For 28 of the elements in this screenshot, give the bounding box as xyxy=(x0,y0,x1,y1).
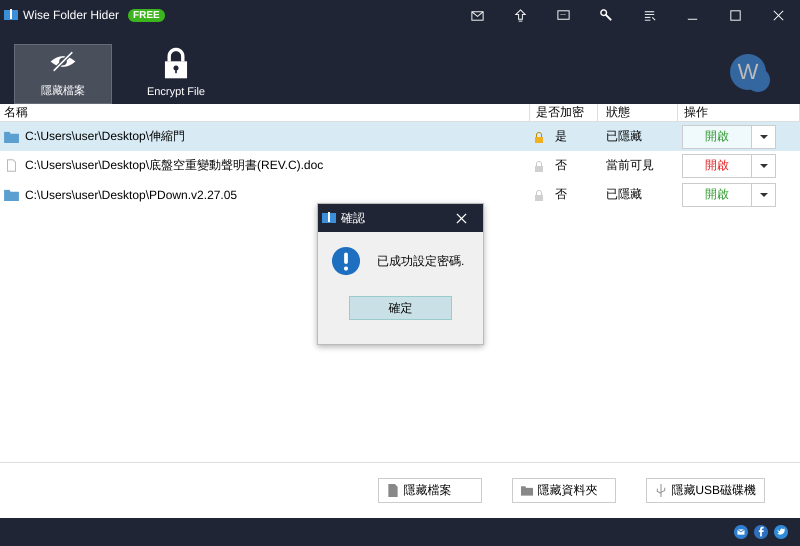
hide-button[interactable]: 隱藏資料夾 xyxy=(512,478,616,503)
tool-tab[interactable]: 隱藏檔案 xyxy=(14,44,112,104)
column-header[interactable]: 操作 xyxy=(678,104,800,121)
open-button[interactable]: 開啟 xyxy=(682,154,752,178)
hide-button[interactable]: 隱藏USB磁碟機 xyxy=(646,478,765,503)
file-path: C:\Users\user\Desktop\PDown.v2.27.05 xyxy=(25,188,238,202)
status-text: 已隱藏 xyxy=(606,128,642,145)
column-header[interactable]: 是否加密 xyxy=(530,104,598,121)
table-row[interactable]: C:\Users\user\Desktop\伸縮門 是 已隱藏 開啟 xyxy=(0,122,800,151)
dialog-title: 確認 xyxy=(341,210,365,226)
edition-badge: FREE xyxy=(128,8,165,22)
status-text: 已隱藏 xyxy=(606,186,642,203)
window-title: Wise Folder Hider xyxy=(23,8,120,22)
hide-button[interactable]: 隱藏檔案 xyxy=(378,478,482,503)
confirm-button[interactable]: 確定 xyxy=(349,296,452,320)
encrypted-value: 是 xyxy=(555,128,567,145)
table-row[interactable]: C:\Users\user\Desktop\底盤空重變動聲明書(REV.C).doc 否 當前可見 開啟 xyxy=(0,151,800,180)
column-header[interactable]: 名稱 xyxy=(0,104,530,121)
tool-tab[interactable]: Encrypt File xyxy=(127,44,225,104)
status-text: 當前可見 xyxy=(606,157,654,174)
open-button[interactable]: 開啟 xyxy=(682,182,752,206)
encrypted-value: 否 xyxy=(555,186,567,203)
encrypted-value: 否 xyxy=(555,157,567,174)
dialog-message: 已成功設定密碼. xyxy=(377,252,464,270)
file-path: C:\Users\user\Desktop\伸縮門 xyxy=(25,128,186,145)
table-row[interactable]: C:\Users\user\Desktop\PDown.v2.27.05 否 已隱藏 開啟 xyxy=(0,180,800,209)
column-header[interactable]: 狀態 xyxy=(598,104,678,121)
file-path: C:\Users\user\Desktop\底盤空重變動聲明書(REV.C).doc xyxy=(25,157,324,174)
